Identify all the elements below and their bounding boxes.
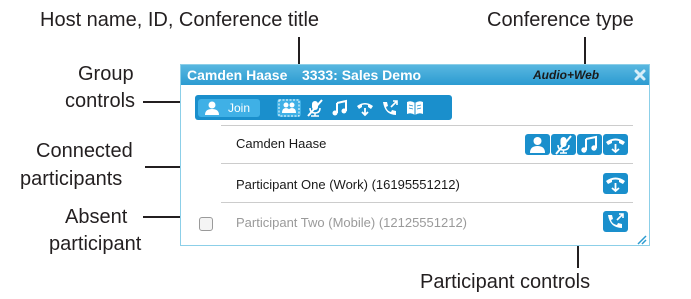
callout-connected-1: Connected	[36, 140, 133, 162]
callout-participant-controls: Participant controls	[420, 271, 591, 293]
group-select-button[interactable]	[277, 99, 301, 117]
group-music-button[interactable]	[329, 99, 351, 117]
dial-out-icon	[608, 213, 624, 228]
participant-select-button[interactable]	[525, 134, 550, 155]
person-icon	[205, 101, 219, 115]
participant-hangup-button[interactable]	[603, 173, 628, 194]
group-book-button[interactable]	[404, 99, 426, 117]
dial-out-icon	[383, 100, 398, 115]
leader-type	[584, 37, 586, 66]
callout-connected-2: participants	[20, 168, 123, 190]
host-name: Camden Haase	[187, 67, 288, 83]
callout-group-controls-1: Group	[78, 63, 134, 85]
callout-absent-1: Absent	[65, 206, 128, 228]
conference-title: 3333: Sales Demo	[302, 67, 422, 83]
hangup-icon	[357, 103, 373, 117]
group-hangup-button[interactable]	[354, 99, 376, 117]
absent-participant-checkbox[interactable]	[199, 217, 213, 231]
participant-name: Camden Haase	[236, 136, 327, 151]
music-icon	[332, 99, 347, 116]
mute-icon	[555, 135, 572, 155]
person-icon	[530, 137, 545, 153]
callout-conference-type: Conference type	[487, 9, 634, 31]
callout-absent-2: participant	[49, 233, 142, 255]
join-label: Join	[228, 101, 251, 115]
participant-hangup-button[interactable]	[603, 134, 628, 155]
group-mute-button[interactable]	[304, 99, 326, 117]
title-bar: Camden Haase 3333: Sales Demo Audio+Web	[181, 65, 649, 85]
music-icon	[581, 135, 597, 153]
hangup-icon	[606, 138, 625, 154]
resize-handle-icon[interactable]	[635, 232, 647, 245]
hangup-icon	[606, 177, 625, 193]
row-separator	[221, 125, 633, 126]
close-icon[interactable]	[632, 66, 648, 84]
callout-host-line: Host name, ID, Conference title	[40, 9, 320, 31]
group-controls: Join	[195, 95, 452, 120]
group-dial-button[interactable]	[379, 99, 401, 117]
row-separator	[221, 202, 633, 203]
group-select-icon	[278, 99, 300, 117]
callout-group-controls-2: controls	[65, 90, 136, 112]
conference-type: Audio+Web	[533, 68, 600, 82]
participant-dial-button[interactable]	[603, 211, 628, 232]
row-separator	[221, 163, 633, 164]
participant-mute-button[interactable]	[551, 134, 576, 155]
leader-host	[298, 37, 300, 66]
book-icon	[407, 101, 423, 115]
conference-panel: Camden Haase 3333: Sales Demo Audio+Web …	[180, 64, 650, 246]
participant-name: Participant One (Work) (16195551212)	[236, 177, 460, 192]
participant-name-absent: Participant Two (Mobile) (12125551212)	[236, 215, 468, 230]
mute-icon	[307, 99, 323, 117]
join-button[interactable]: Join	[198, 99, 260, 117]
participant-music-button[interactable]	[577, 134, 602, 155]
